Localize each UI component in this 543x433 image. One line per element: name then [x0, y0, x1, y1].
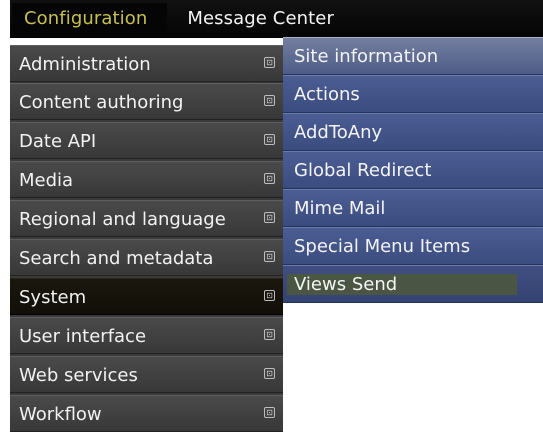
submenu-arrow-icon: ⊡ [264, 251, 275, 262]
menu-item-label: System [19, 287, 87, 308]
menu-item-label: User interface [19, 326, 147, 347]
menu-item-system[interactable]: System ⊡ [10, 278, 283, 315]
menu-item-label: Web services [19, 365, 138, 386]
menu-item-label: Regional and language [19, 209, 226, 230]
submenu-item-special-menu-items[interactable]: Special Menu Items [283, 227, 543, 265]
submenu-item-label: Mime Mail [294, 198, 386, 219]
menu-item-label: Workflow [19, 404, 102, 425]
menu-item-date-api[interactable]: Date API ⊡ [10, 122, 283, 159]
submenu-arrow-icon: ⊡ [264, 212, 275, 223]
submenu-arrow-icon: ⊡ [264, 95, 275, 106]
submenu-arrow-icon: ⊡ [264, 134, 275, 145]
submenu-item-label: Actions [294, 84, 360, 105]
submenu-item-label: Global Redirect [294, 160, 432, 181]
menu-item-label: Date API [19, 131, 97, 152]
submenu-item-label: Special Menu Items [294, 236, 471, 257]
admin-toolbar: Configuration Message Center [10, 0, 543, 38]
system-submenu: Site information Actions AddToAny Global… [283, 37, 543, 303]
submenu-item-label: AddToAny [294, 122, 383, 143]
menu-item-label: Search and metadata [19, 248, 214, 269]
submenu-item-site-information[interactable]: Site information [283, 37, 543, 75]
submenu-arrow-icon: ⊡ [264, 329, 275, 340]
submenu-item-views-send[interactable]: Views Send [283, 265, 543, 303]
submenu-item-label: Site information [294, 46, 439, 67]
submenu-arrow-icon: ⊡ [264, 290, 275, 301]
menu-item-content-authoring[interactable]: Content authoring ⊡ [10, 83, 283, 120]
menu-item-user-interface[interactable]: User interface ⊡ [10, 317, 283, 354]
menu-item-web-services[interactable]: Web services ⊡ [10, 356, 283, 393]
submenu-item-global-redirect[interactable]: Global Redirect [283, 151, 543, 189]
menu-item-label: Content authoring [19, 92, 184, 113]
configuration-menu: Administration ⊡ Content authoring ⊡ Dat… [10, 45, 283, 432]
submenu-item-actions[interactable]: Actions [283, 75, 543, 113]
submenu-arrow-icon: ⊡ [264, 407, 275, 418]
submenu-arrow-icon: ⊡ [264, 173, 275, 184]
submenu-item-addtoany[interactable]: AddToAny [283, 113, 543, 151]
menu-item-search-and-metadata[interactable]: Search and metadata ⊡ [10, 239, 283, 276]
menu-item-workflow[interactable]: Workflow ⊡ [10, 395, 283, 432]
menu-item-regional-and-language[interactable]: Regional and language ⊡ [10, 200, 283, 237]
submenu-item-label: Views Send [294, 274, 398, 295]
menu-item-administration[interactable]: Administration ⊡ [10, 45, 283, 82]
message-center-tab[interactable]: Message Center [167, 3, 344, 35]
configuration-tab[interactable]: Configuration [12, 2, 168, 35]
submenu-item-mime-mail[interactable]: Mime Mail [283, 189, 543, 227]
menu-item-label: Media [19, 170, 74, 191]
menu-item-label: Administration [19, 54, 151, 75]
menu-item-media[interactable]: Media ⊡ [10, 161, 283, 198]
submenu-arrow-icon: ⊡ [264, 368, 275, 379]
submenu-arrow-icon: ⊡ [264, 57, 275, 68]
